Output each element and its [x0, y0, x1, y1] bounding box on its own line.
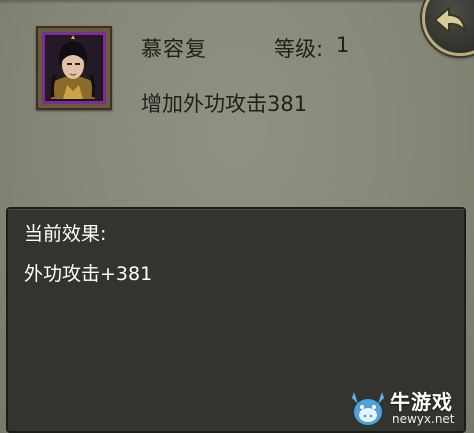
level-label: 等级: [274, 37, 324, 61]
hero-portrait [42, 32, 106, 104]
watermark-brand: 牛游戏 [390, 390, 453, 414]
hero-info-panel: 慕容复 等级: 1 增加外功攻击381 当前效果: 外功攻击+381 牛游戏 n… [0, 0, 474, 433]
hero-name: 慕容复 [141, 37, 207, 61]
watermark-site: newyx.net [392, 412, 455, 426]
back-arrow-icon [434, 7, 466, 33]
effect-title: 当前效果: [24, 223, 107, 245]
site-watermark: 牛游戏 newyx.net [348, 386, 470, 432]
back-button[interactable] [422, 0, 474, 56]
bonus-description: 增加外功攻击381 [141, 92, 308, 116]
bull-logo-icon [352, 392, 384, 425]
panel-top-edge [0, 0, 474, 4]
level-value: 1 [336, 33, 350, 57]
effect-value: 外功攻击+381 [24, 263, 153, 285]
hero-portrait-frame[interactable] [36, 26, 112, 110]
hero-portrait-image [45, 35, 101, 99]
